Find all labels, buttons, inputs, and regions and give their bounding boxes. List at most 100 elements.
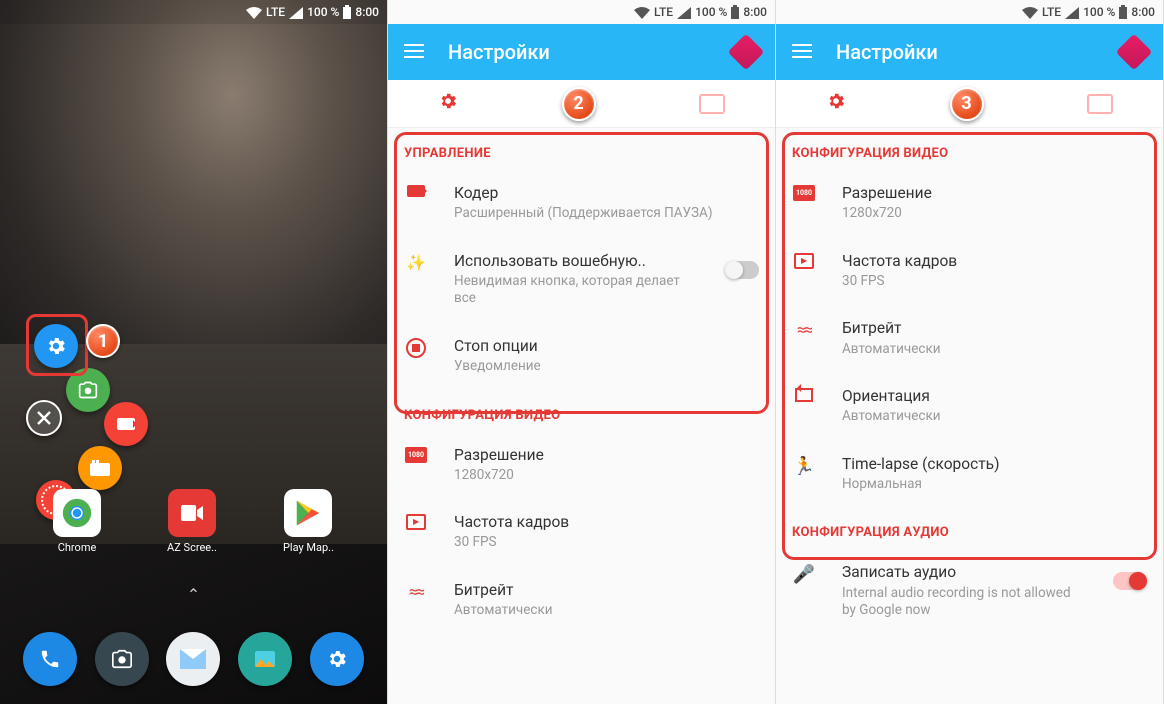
settings-content: УПРАВЛЕНИЕ Кодер Расширенный (Поддержива… (388, 128, 775, 634)
item-stop-options[interactable]: Стоп опции Уведомление (388, 322, 775, 390)
item-bitrate[interactable]: ≈≈ Битрейт Автоматически (776, 304, 1163, 372)
clock: 8:00 (1131, 5, 1155, 19)
fps-icon (404, 514, 428, 530)
wifi-icon (246, 5, 262, 19)
tab-overlay[interactable] (699, 94, 725, 114)
magic-title: Использовать вошебную.. (454, 251, 699, 271)
section-audio: КОНФИГУРАЦИЯ АУДИО (776, 507, 1163, 548)
bitrate-title: Битрейт (454, 580, 759, 600)
tab-settings[interactable] (826, 91, 846, 116)
magic-switch[interactable] (725, 261, 759, 279)
premium-gem-icon[interactable] (1116, 34, 1153, 71)
dock-phone[interactable] (23, 632, 77, 686)
fab-gallery[interactable] (78, 446, 122, 490)
status-bar: LTE 100 % 8:00 (0, 0, 387, 24)
audio-sub: Internal audio recording is not allowed … (842, 585, 1087, 620)
res-title: Разрешение (454, 445, 759, 465)
network-type: LTE (1042, 5, 1061, 19)
bitrate-sub: Автоматически (454, 602, 759, 620)
orient-title: Ориентация (842, 386, 1147, 406)
hamburger-icon[interactable] (404, 43, 424, 62)
fab-close[interactable] (26, 400, 62, 436)
premium-gem-icon[interactable] (728, 34, 765, 71)
orient-sub: Автоматически (842, 408, 1147, 426)
settings-content: КОНФИГУРАЦИЯ ВИДЕО 1080 Разрешение 1280x… (776, 128, 1163, 634)
section-video: КОНФИГУРАЦИЯ ВИДЕО (388, 390, 775, 431)
dock-settings[interactable] (310, 632, 364, 686)
fps-title: Частота кадров (454, 512, 759, 532)
res-title: Разрешение (842, 183, 1147, 203)
hamburger-icon[interactable] (792, 43, 812, 62)
tab-bar: 3 (776, 80, 1163, 128)
status-bar: LTE 100 % 8:00 (776, 0, 1163, 24)
battery-percent: 100 % (307, 5, 339, 19)
app-chrome[interactable]: Chrome (53, 489, 101, 554)
wand-icon: ✨ (404, 253, 428, 272)
stop-sub: Уведомление (454, 358, 759, 376)
battery-percent: 100 % (695, 5, 727, 19)
app-playstore[interactable]: Play Мар.. (283, 489, 334, 554)
item-orientation[interactable]: Ориентация Автоматически (776, 372, 1163, 440)
timelapse-icon: 🏃 (792, 456, 816, 477)
signal-icon (677, 5, 691, 19)
fab-record[interactable] (104, 402, 148, 446)
audio-title: Записать аудио (842, 562, 1087, 582)
dock-mail[interactable] (166, 632, 220, 686)
item-magic-button[interactable]: ✨ Использовать вошебную.. Невидимая кноп… (388, 237, 775, 322)
videocam-icon (404, 185, 428, 197)
wifi-icon (634, 5, 650, 19)
item-coder[interactable]: Кодер Расширенный (Поддерживается ПАУЗА) (388, 169, 775, 237)
tab-bar: 2 (388, 80, 775, 128)
fps-sub: 30 FPS (842, 273, 1147, 291)
step-1-highlight (26, 314, 88, 376)
status-bar: LTE 100 % 8:00 (388, 0, 775, 24)
bitrate-title: Битрейт (842, 318, 1147, 338)
battery-icon (343, 5, 351, 20)
app-chrome-label: Chrome (58, 541, 97, 554)
stop-title: Стоп опции (454, 336, 759, 356)
audio-switch[interactable] (1113, 572, 1147, 590)
step-badge-3: 3 (950, 87, 984, 121)
stop-icon (404, 338, 428, 358)
bitrate-icon: ≈≈ (792, 320, 816, 339)
settings-panel-3: LTE 100 % 8:00 Настройки 3 КОНФИГУРАЦИЯ … (776, 0, 1164, 704)
home-screen-panel: LTE 100 % 8:00 1 (0, 0, 388, 704)
item-resolution[interactable]: 1080 Разрешение 1280x720 (776, 169, 1163, 237)
clock: 8:00 (355, 5, 379, 19)
app-drawer-caret[interactable]: ⌃ (187, 585, 200, 604)
timelapse-sub: Нормальная (842, 476, 1147, 494)
item-fps[interactable]: Частота кадров 30 FPS (388, 498, 775, 566)
item-timelapse[interactable]: 🏃 Time-lapse (скорость) Нормальная (776, 440, 1163, 508)
timelapse-title: Time-lapse (скорость) (842, 454, 1147, 474)
item-record-audio[interactable]: 🎤 Записать аудио Internal audio recordin… (776, 548, 1163, 633)
coder-sub: Расширенный (Поддерживается ПАУЗА) (454, 205, 759, 223)
tab-settings[interactable] (438, 91, 458, 116)
network-type: LTE (654, 5, 673, 19)
dock-camera[interactable] (95, 632, 149, 686)
bitrate-icon: ≈≈ (404, 582, 428, 601)
tab-overlay[interactable] (1087, 94, 1113, 114)
fps-sub: 30 FPS (454, 534, 759, 552)
res-sub: 1280x720 (842, 205, 1147, 223)
wifi-icon (1022, 5, 1038, 19)
item-bitrate[interactable]: ≈≈ Битрейт Автоматически (388, 566, 775, 634)
app-bar: Настройки (388, 24, 775, 80)
app-azrecorder[interactable]: AZ Scree.. (167, 489, 217, 554)
dock-gallery[interactable] (238, 632, 292, 686)
step-badge-1: 1 (86, 324, 120, 358)
battery-percent: 100 % (1083, 5, 1115, 19)
resolution-icon: 1080 (792, 185, 816, 201)
network-type: LTE (266, 5, 285, 19)
settings-panel-2: LTE 100 % 8:00 Настройки 2 УПРАВЛЕНИЕ Ко… (388, 0, 776, 704)
item-fps[interactable]: Частота кадров 30 FPS (776, 237, 1163, 305)
clock: 8:00 (743, 5, 767, 19)
section-control: УПРАВЛЕНИЕ (388, 128, 775, 169)
bitrate-sub: Автоматически (842, 341, 1147, 359)
mic-icon: 🎤 (792, 564, 816, 585)
app-grid: Chrome AZ Scree.. Play Мар.. (0, 489, 387, 554)
app-bar: Настройки (776, 24, 1163, 80)
coder-title: Кодер (454, 183, 759, 203)
battery-icon (731, 5, 739, 20)
item-resolution[interactable]: 1080 Разрешение 1280x720 (388, 431, 775, 499)
app-play-label: Play Мар.. (283, 541, 334, 554)
